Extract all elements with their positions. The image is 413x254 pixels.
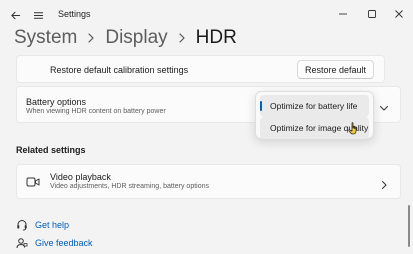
- scrollbar-thumb[interactable]: [408, 205, 410, 247]
- option-battery-life[interactable]: Optimize for battery life: [260, 95, 369, 117]
- video-playback-subtitle: Video adjustments, HDR streaming, batter…: [50, 183, 210, 190]
- close-icon: [395, 10, 403, 18]
- breadcrumb: System Display HDR: [14, 25, 237, 51]
- chevron-right-icon: [178, 33, 186, 43]
- expand-button[interactable]: [379, 100, 389, 118]
- breadcrumb-display[interactable]: Display: [105, 27, 167, 49]
- option-battery-life-label: Optimize for battery life: [270, 101, 358, 111]
- video-playback-card[interactable]: Video playback Video adjustments, HDR st…: [16, 164, 401, 199]
- chevron-right-icon: [380, 177, 388, 195]
- window-title: Settings: [58, 9, 91, 19]
- mouse-cursor-icon: [348, 122, 358, 140]
- maximize-button[interactable]: [357, 2, 387, 26]
- battery-options-title: Battery options: [26, 97, 87, 107]
- calibration-label: Restore default calibration settings: [50, 65, 189, 75]
- feedback-person-icon: [16, 236, 28, 254]
- breadcrumb-hdr: HDR: [195, 27, 237, 48]
- chevron-down-icon: [380, 106, 388, 111]
- back-button[interactable]: [4, 4, 26, 26]
- close-button[interactable]: [384, 2, 413, 26]
- video-icon: [26, 175, 40, 193]
- related-settings-heading: Related settings: [16, 145, 86, 155]
- minimize-button[interactable]: [328, 2, 358, 26]
- give-feedback-link[interactable]: Give feedback: [35, 238, 93, 248]
- restore-default-button[interactable]: Restore default: [297, 60, 374, 79]
- get-help-link[interactable]: Get help: [35, 220, 69, 230]
- calibration-card: Restore default calibration settings Res…: [16, 55, 385, 83]
- video-playback-title: Video playback: [50, 172, 111, 182]
- chevron-right-icon: [87, 33, 95, 43]
- breadcrumb-system[interactable]: System: [14, 27, 77, 49]
- hamburger-menu-icon: [33, 11, 43, 19]
- menu-button[interactable]: [27, 4, 49, 26]
- battery-options-subtitle: When viewing HDR content on battery powe…: [26, 108, 166, 115]
- maximize-icon: [368, 10, 376, 18]
- back-arrow-icon: [10, 11, 20, 19]
- selection-indicator: [260, 101, 262, 111]
- help-headset-icon: [16, 218, 28, 236]
- minimize-icon: [339, 13, 347, 15]
